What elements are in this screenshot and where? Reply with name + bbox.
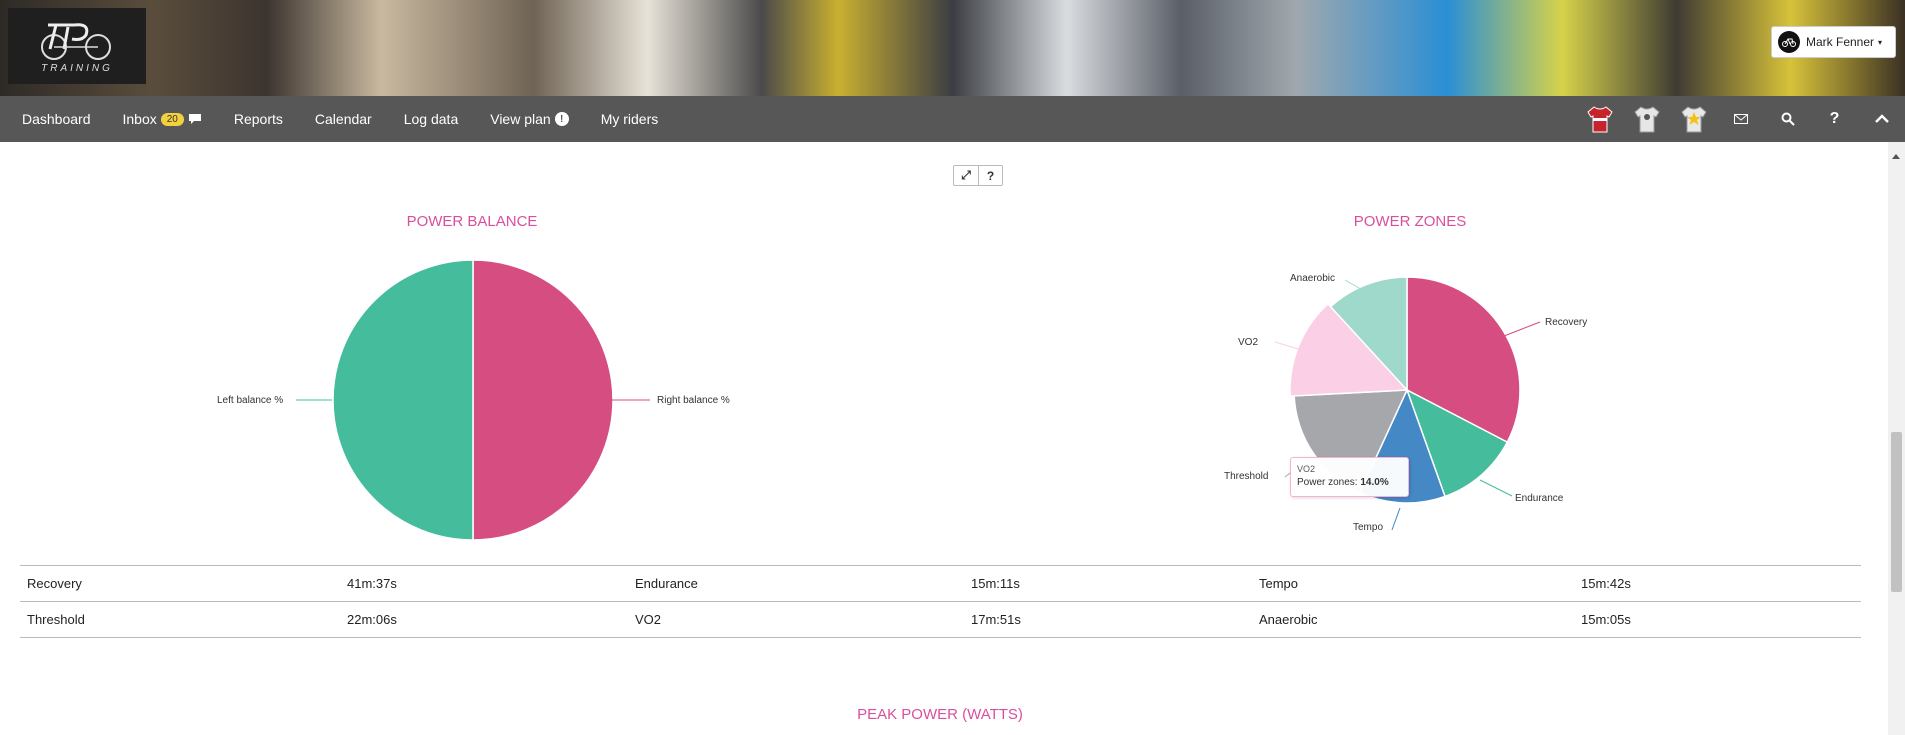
table-row: Threshold 22m:06s VO2 17m:51s Anaerobic … (20, 601, 1861, 638)
zone-time-cell: 15m:05s (1574, 601, 1861, 638)
help-icon[interactable]: ? (1811, 96, 1858, 142)
tooltip-body: Power zones: 14.0% (1297, 476, 1402, 490)
nav-calendar-label: Calendar (314, 111, 372, 127)
recovery-label: Recovery (1545, 317, 1588, 328)
nav-my-riders[interactable]: My riders (585, 96, 675, 142)
user-name: Mark Fenner (1806, 35, 1875, 49)
pie-slice-left-balance-[interactable] (332, 259, 474, 541)
collapse-up-icon[interactable] (1858, 96, 1905, 142)
bike-logo-icon (41, 22, 111, 60)
zone-name-cell: Anaerobic (1252, 601, 1574, 638)
zone-name-cell: Endurance (628, 565, 964, 602)
nav-reports[interactable]: Reports (218, 96, 299, 142)
zone-time-cell: 22m:06s (340, 601, 628, 638)
nav-log-data-label: Log data (403, 111, 459, 127)
endurance-label: Endurance (1515, 493, 1564, 504)
nav-right-icons: ? (1576, 96, 1905, 142)
label-leader-line (1503, 321, 1541, 337)
chevron-down-icon: ▾ (1878, 37, 1883, 47)
nav-reports-label: Reports (233, 111, 283, 127)
nav-my-riders-label: My riders (600, 111, 659, 127)
red-jersey-icon[interactable] (1576, 96, 1623, 142)
nav-inbox[interactable]: Inbox 20 (107, 96, 218, 142)
nav-log-data[interactable]: Log data (388, 96, 475, 142)
logo-text: TRAINING (41, 62, 113, 74)
search-icon[interactable] (1764, 96, 1811, 142)
ftp-training-logo[interactable]: TRAINING (8, 8, 146, 84)
main-nav: Dashboard Inbox 20 Reports Calendar Log … (0, 96, 1905, 142)
mail-icon[interactable] (1717, 96, 1764, 142)
vertical-scrollbar[interactable] (1888, 142, 1905, 735)
zone-name-cell: VO2 (628, 601, 964, 638)
threshold-label: Threshold (1224, 471, 1269, 482)
tempo-label: Tempo (1353, 522, 1384, 533)
bike-avatar-icon (1782, 38, 1796, 47)
scrollbar-thumb[interactable] (1891, 432, 1902, 592)
scroll-up-arrow-icon[interactable] (1892, 154, 1900, 159)
nav-dashboard-label: Dashboard (22, 111, 91, 127)
zone-name-cell: Threshold (20, 601, 340, 638)
white-jersey-icon[interactable] (1623, 96, 1670, 142)
pie-slice-right-balance-[interactable] (472, 259, 614, 541)
header-banner: TRAINING Mark Fenner ▾ (0, 0, 1905, 96)
vo2-label: VO2 (1238, 337, 1259, 348)
vo2-tooltip: VO2 Power zones: 14.0% (1290, 457, 1409, 497)
zone-name-cell: Tempo (1252, 565, 1574, 602)
charts-canvas (296, 259, 1541, 541)
table-row: Recovery 41m:37s Endurance 15m:11s Tempo… (20, 565, 1861, 602)
zone-time-cell: 15m:11s (964, 565, 1252, 602)
left-balance-label: Left balance % (217, 395, 284, 406)
chat-bubble-icon (188, 114, 201, 124)
info-icon: ! (554, 112, 569, 126)
yellow-star-jersey-icon[interactable] (1670, 96, 1717, 142)
zone-time-cell: 41m:37s (340, 565, 628, 602)
zone-time-cell: 17m:51s (964, 601, 1252, 638)
content-area: ⤢ ? POWER BALANCE POWER ZONES Left balan… (0, 142, 1905, 735)
label-leader-line (1479, 479, 1513, 497)
anaerobic-label: Anaerobic (1290, 273, 1336, 284)
peak-power-title: PEAK POWER (WATTS) (857, 706, 1023, 723)
zone-time-cell: 15m:42s (1574, 565, 1861, 602)
tooltip-value: 14.0% (1360, 477, 1389, 488)
tooltip-title: VO2 (1297, 464, 1316, 474)
zone-name-cell: Recovery (20, 565, 340, 602)
right-balance-label: Right balance % (657, 395, 730, 406)
zone-time-table: Recovery 41m:37s Endurance 15m:11s Tempo… (20, 565, 1861, 638)
nav-view-plan[interactable]: View plan ! (474, 96, 584, 142)
nav-dashboard[interactable]: Dashboard (0, 96, 107, 142)
user-menu[interactable]: Mark Fenner ▾ (1771, 26, 1896, 58)
nav-calendar[interactable]: Calendar (299, 96, 388, 142)
nav-inbox-label: Inbox (122, 111, 157, 127)
nav-view-plan-label: View plan (490, 111, 551, 127)
power-balance-pie (332, 259, 614, 541)
label-leader-line (1391, 507, 1401, 531)
tooltip-label: Power zones: (1297, 477, 1361, 488)
user-avatar (1778, 31, 1800, 53)
inbox-count-badge: 20 (160, 112, 184, 126)
